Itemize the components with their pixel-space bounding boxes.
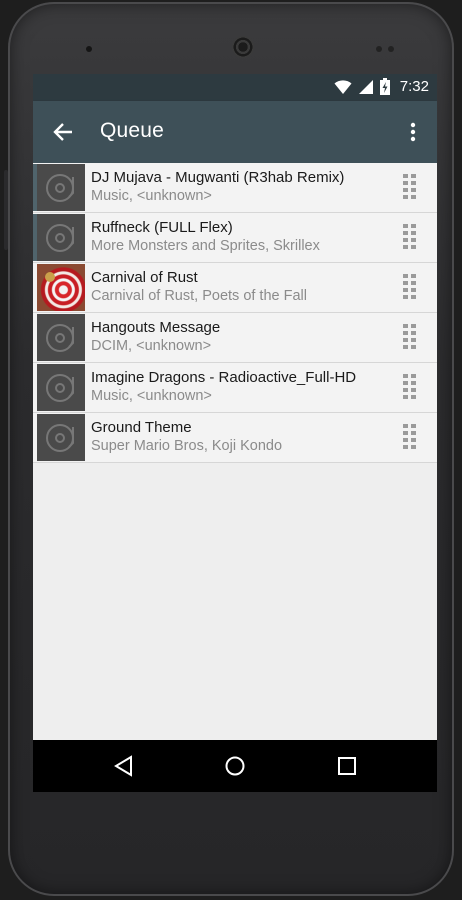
album-art <box>37 364 85 411</box>
overflow-menu-button[interactable] <box>403 118 423 146</box>
system-nav-bar <box>33 740 437 792</box>
album-cover-detail <box>45 272 55 282</box>
app-bar: Queue <box>33 101 437 163</box>
queue-item[interactable]: Hangouts Message DCIM, <unknown> <box>33 313 437 363</box>
proximity-sensor <box>376 46 382 52</box>
nav-home-button[interactable] <box>222 753 248 779</box>
volume-button <box>4 170 8 250</box>
nav-recents-button[interactable] <box>334 753 360 779</box>
status-time: 7:32 <box>399 78 429 95</box>
song-subtitle: Carnival of Rust, Poets of the Fall <box>91 288 307 304</box>
queue-item[interactable]: Carnival of Rust Carnival of Rust, Poets… <box>33 263 437 313</box>
front-camera <box>86 46 92 52</box>
album-art <box>37 414 85 461</box>
album-cover-image <box>37 264 85 311</box>
song-subtitle: DCIM, <unknown> <box>91 338 212 354</box>
drag-handle-icon[interactable] <box>403 224 417 250</box>
earpiece-speaker <box>232 36 254 58</box>
recents-square-icon <box>338 757 356 775</box>
disc-icon <box>46 323 74 352</box>
song-title: Carnival of Rust <box>91 269 198 286</box>
queue-item[interactable]: DJ Mujava - Mugwanti (R3hab Remix) Music… <box>33 163 437 213</box>
song-title: Ruffneck (FULL Flex) <box>91 219 233 236</box>
light-sensor <box>388 46 394 52</box>
status-bar: 7:32 <box>33 74 437 101</box>
battery-charging-icon <box>379 78 390 95</box>
back-triangle-icon <box>114 755 132 777</box>
nav-back-button[interactable] <box>111 753 137 779</box>
song-subtitle: Music, <unknown> <box>91 388 212 404</box>
drag-handle-icon[interactable] <box>403 424 417 450</box>
queue-list: DJ Mujava - Mugwanti (R3hab Remix) Music… <box>33 163 437 463</box>
album-art <box>37 314 85 361</box>
page-title: Queue <box>100 119 165 142</box>
queue-item[interactable]: Imagine Dragons - Radioactive_Full-HD Mu… <box>33 363 437 413</box>
queue-item[interactable]: Ground Theme Super Mario Bros, Koji Kond… <box>33 413 437 463</box>
song-title: Imagine Dragons - Radioactive_Full-HD <box>91 369 357 386</box>
cell-signal-icon <box>358 79 373 94</box>
drag-handle-icon[interactable] <box>403 274 417 300</box>
drag-handle-icon[interactable] <box>403 324 417 350</box>
home-circle-icon <box>225 756 245 776</box>
song-title: Hangouts Message <box>91 319 221 336</box>
song-subtitle: Super Mario Bros, Koji Kondo <box>91 438 283 454</box>
disc-icon <box>46 223 74 252</box>
disc-icon <box>46 173 74 202</box>
drag-handle-icon[interactable] <box>403 374 417 400</box>
screen: 7:32 Queue DJ Mujava - Mugwanti (R3hab R… <box>33 74 437 792</box>
back-button[interactable] <box>49 118 77 146</box>
song-title: Ground Theme <box>91 419 192 436</box>
disc-icon <box>46 373 74 402</box>
drag-handle-icon[interactable] <box>403 174 417 200</box>
album-art <box>37 164 85 211</box>
queue-item[interactable]: Ruffneck (FULL Flex) More Monsters and S… <box>33 213 437 263</box>
wifi-icon <box>334 79 352 94</box>
album-art <box>37 214 85 261</box>
song-subtitle: More Monsters and Sprites, Skrillex <box>91 238 320 254</box>
more-vert-icon <box>410 122 416 142</box>
disc-icon <box>46 423 74 452</box>
song-subtitle: Music, <unknown> <box>91 188 212 204</box>
song-title: DJ Mujava - Mugwanti (R3hab Remix) <box>91 169 345 186</box>
arrow-back-icon <box>53 123 72 141</box>
